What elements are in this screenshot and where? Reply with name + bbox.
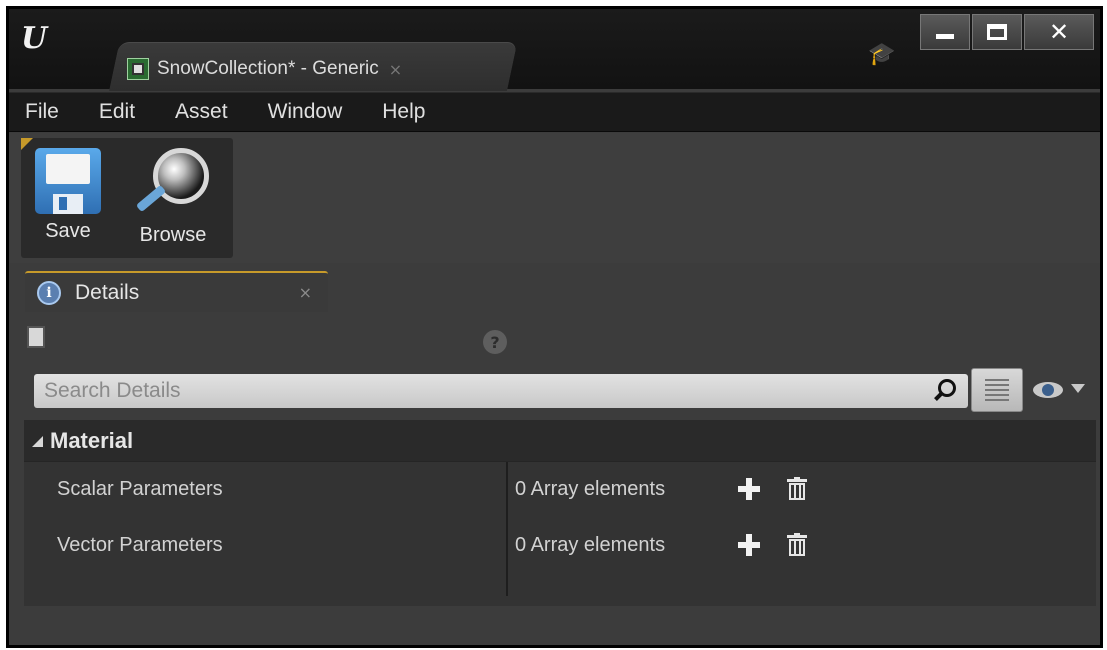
minimize-button[interactable]: [920, 14, 970, 50]
clear-elements-trash-icon[interactable]: [787, 533, 807, 557]
save-floppy-icon: [35, 148, 101, 214]
document-tab[interactable]: SnowCollection* - Generic ×: [127, 51, 402, 87]
close-window-button[interactable]: ✕: [1024, 14, 1094, 50]
close-icon: ✕: [1048, 18, 1070, 46]
title-bar[interactable]: U SnowCollection* - Generic × 🎓 ✕: [9, 9, 1100, 91]
add-element-plus-icon[interactable]: [738, 478, 760, 500]
property-name: Scalar Parameters: [57, 478, 223, 500]
view-options-caret-icon[interactable]: [1071, 384, 1085, 393]
material-parameter-collection-icon: [127, 58, 149, 80]
document-tab-close-icon[interactable]: ×: [389, 60, 402, 79]
menu-edit[interactable]: Edit: [99, 100, 135, 124]
material-category: Material Scalar Parameters 0 Array eleme…: [24, 420, 1096, 606]
property-value: 0 Array elements: [515, 478, 666, 500]
collapse-triangle-icon[interactable]: [32, 436, 43, 447]
view-options-eye-icon[interactable]: [1033, 378, 1067, 402]
editor-window: U SnowCollection* - Generic × 🎓 ✕ File E…: [6, 6, 1103, 648]
browse-magnifier-icon: [133, 148, 213, 218]
help-icon[interactable]: ?: [483, 330, 507, 354]
minimize-icon: [936, 33, 954, 39]
details-tab-close-icon[interactable]: ×: [299, 283, 312, 302]
menu-asset[interactable]: Asset: [175, 100, 228, 124]
toolbar-area: Save Browse: [9, 133, 1100, 263]
toolbar: Save Browse: [21, 138, 233, 258]
tab-details[interactable]: i Details ×: [25, 271, 328, 312]
grid-icon: [985, 379, 1009, 401]
column-divider[interactable]: [506, 462, 508, 596]
property-row-scalar: Scalar Parameters 0 Array elements: [24, 462, 1096, 518]
unreal-logo-icon: U: [21, 21, 48, 56]
save-label: Save: [45, 220, 91, 242]
asset-icon[interactable]: [27, 326, 45, 348]
clear-elements-trash-icon[interactable]: [787, 477, 807, 501]
search-icon: [934, 379, 956, 403]
toolbar-accent-corner: [21, 138, 33, 150]
maximize-icon: [987, 24, 1007, 40]
browse-button[interactable]: Browse: [133, 148, 213, 247]
info-icon: i: [37, 280, 61, 305]
property-value: 0 Array elements: [515, 534, 666, 556]
search-details-box: [34, 374, 968, 408]
menu-file[interactable]: File: [25, 100, 59, 124]
menu-help[interactable]: Help: [382, 100, 425, 124]
window-controls: ✕: [920, 14, 1094, 50]
document-tab-title: SnowCollection* - Generic: [157, 58, 379, 79]
tutorials-cap-icon[interactable]: 🎓: [867, 41, 897, 69]
category-title: Material: [50, 427, 134, 453]
save-button[interactable]: Save: [35, 148, 101, 243]
details-panel: ? Material Scalar Parameters 0 Array ele…: [9, 312, 1100, 645]
search-details-input[interactable]: [34, 374, 914, 408]
menu-window[interactable]: Window: [268, 100, 343, 124]
property-matrix-button[interactable]: [971, 368, 1023, 412]
browse-label: Browse: [139, 224, 207, 246]
category-header[interactable]: Material: [24, 420, 1096, 462]
property-row-vector: Vector Parameters 0 Array elements: [24, 518, 1096, 574]
details-tab-label: Details: [75, 280, 140, 304]
add-element-plus-icon[interactable]: [738, 534, 760, 556]
property-name: Vector Parameters: [57, 534, 223, 556]
menu-bar: File Edit Asset Window Help: [9, 92, 1100, 132]
maximize-button[interactable]: [972, 14, 1022, 50]
